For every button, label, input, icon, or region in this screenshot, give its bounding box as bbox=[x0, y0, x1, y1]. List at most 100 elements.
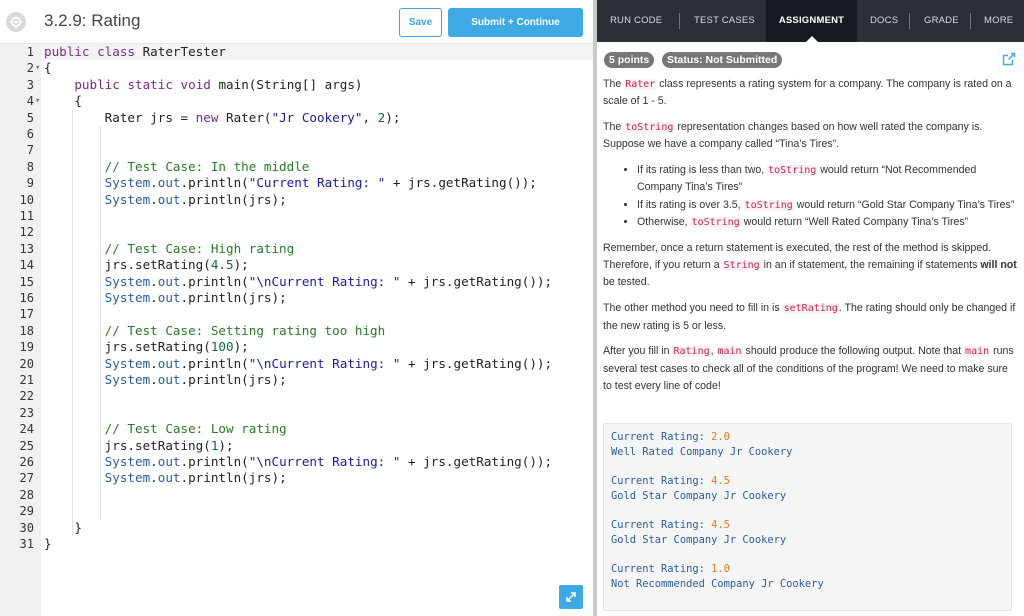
output-value: 2.0 bbox=[711, 431, 730, 443]
editor-toolbar: 3.2.9: Rating Save Submit + Continue bbox=[0, 0, 593, 44]
expand-icon[interactable] bbox=[559, 585, 583, 609]
text: After you fill in bbox=[603, 345, 673, 358]
text: would return “Gold Star Company Tina’s T… bbox=[793, 198, 1015, 211]
line-number: 2 bbox=[26, 61, 34, 76]
line-number: 22 bbox=[19, 389, 34, 404]
inline-code: Rating bbox=[672, 346, 711, 358]
fold-toggle-icon[interactable]: ▾ bbox=[35, 60, 40, 76]
output-value: 4.5 bbox=[711, 519, 730, 531]
output-value: 1.0 bbox=[711, 563, 730, 575]
tab-test-cases[interactable]: TEST CASES bbox=[694, 0, 755, 42]
line-number: 31 bbox=[19, 537, 34, 551]
line-number: 14 bbox=[19, 258, 34, 273]
line-number: 1 bbox=[26, 45, 34, 59]
output-label: Current Rating: bbox=[611, 475, 712, 487]
tab-bar: RUN CODE TEST CASES ASSIGNMENT DOCS GRAD… bbox=[597, 0, 1024, 42]
text: Otherwise, bbox=[637, 216, 691, 229]
line-number: 13 bbox=[19, 241, 34, 256]
code-line[interactable]: public class RaterTester bbox=[44, 44, 226, 60]
submit-continue-button[interactable]: Submit + Continue bbox=[448, 8, 583, 37]
external-link-icon[interactable] bbox=[1002, 52, 1016, 66]
code-line[interactable]: System.out.println(jrs); bbox=[44, 470, 287, 486]
code-line[interactable]: System.out.println("\nCurrent Rating: " … bbox=[44, 274, 552, 290]
inline-code: toString bbox=[690, 217, 741, 229]
line-number: 30 bbox=[19, 520, 34, 535]
description-paragraph: After you fill in Rating, main should pr… bbox=[603, 343, 1017, 395]
text: The bbox=[603, 78, 625, 90]
gear-icon[interactable] bbox=[6, 12, 26, 32]
text: in an if statement, the remaining if sta… bbox=[760, 259, 981, 272]
code-line[interactable]: System.out.println("\nCurrent Rating: " … bbox=[44, 356, 552, 372]
code-line[interactable]: Rater jrs = new Rater("Jr Cookery", 2); bbox=[44, 110, 401, 126]
code-line[interactable]: System.out.println(jrs); bbox=[44, 372, 287, 388]
indent-guide bbox=[72, 109, 73, 536]
tab-more[interactable]: MORE bbox=[984, 0, 1013, 42]
line-number: 29 bbox=[19, 504, 34, 519]
line-number: 25 bbox=[19, 438, 34, 453]
inline-code: toString bbox=[624, 122, 675, 134]
text: If its rating is over 3.5, bbox=[637, 198, 744, 211]
code-line[interactable]: { bbox=[44, 60, 52, 76]
output-label: Current Rating: bbox=[611, 431, 712, 443]
output-label: Current Rating: bbox=[611, 519, 712, 531]
inline-code: String bbox=[722, 260, 761, 272]
line-number: 10 bbox=[19, 192, 34, 207]
line-number: 15 bbox=[19, 274, 34, 289]
output-line: Gold Star Company Jr Cookery bbox=[611, 490, 787, 502]
list-item: Otherwise, toString would return “Well R… bbox=[637, 214, 1017, 231]
description-paragraph: Remember, once a return statement is exe… bbox=[603, 240, 1017, 292]
text: class represents a rating system for a c… bbox=[603, 78, 1012, 108]
code-line[interactable]: System.out.println(jrs); bbox=[44, 192, 287, 208]
code-line[interactable]: System.out.println("\nCurrent Rating: " … bbox=[44, 454, 552, 470]
code-line[interactable]: } bbox=[44, 520, 82, 536]
text: should produce the following output. Not… bbox=[742, 345, 965, 358]
code-line[interactable]: jrs.setRating(100); bbox=[44, 339, 249, 355]
output-line: Current Rating: 2.0 bbox=[611, 430, 730, 444]
inline-code: toString bbox=[743, 199, 794, 211]
tab-separator bbox=[679, 13, 680, 29]
line-number: 23 bbox=[19, 405, 34, 420]
line-number: 9 bbox=[26, 176, 34, 191]
text: would return “Well Rated Company Tina’s … bbox=[740, 216, 969, 229]
tab-separator bbox=[970, 13, 971, 29]
text: The other method you need to fill in is bbox=[603, 302, 783, 315]
output-value: 4.5 bbox=[711, 475, 730, 487]
line-number: 3 bbox=[26, 77, 34, 92]
description-paragraph: The toString representation changes base… bbox=[603, 119, 1017, 154]
line-number: 24 bbox=[19, 422, 34, 437]
expected-output-block: Current Rating: 2.0 Well Rated Company J… bbox=[603, 423, 1012, 611]
text: The bbox=[603, 121, 625, 134]
fold-toggle-icon[interactable]: ▾ bbox=[35, 93, 40, 109]
output-line: Current Rating: 4.5 bbox=[611, 474, 730, 488]
code-line[interactable]: // Test Case: Setting rating too high bbox=[44, 323, 386, 339]
tab-docs[interactable]: DOCS bbox=[870, 0, 898, 42]
indent-guide bbox=[100, 126, 101, 520]
tab-separator bbox=[909, 13, 910, 29]
bold-text: will not bbox=[980, 259, 1017, 272]
save-button[interactable]: Save bbox=[399, 8, 442, 37]
status-badge: Status: Not Submitted bbox=[662, 52, 783, 68]
code-line[interactable]: // Test Case: In the middle bbox=[44, 159, 310, 175]
description-paragraph: The other method you need to fill in is … bbox=[603, 300, 1017, 335]
code-line[interactable]: } bbox=[44, 536, 52, 552]
assignment-description: The Rater class represents a rating syst… bbox=[603, 76, 1017, 404]
tab-run-code[interactable]: RUN CODE bbox=[610, 0, 662, 42]
line-number: 17 bbox=[19, 307, 34, 322]
code-line[interactable]: jrs.setRating(4.5); bbox=[44, 257, 249, 273]
code-line[interactable]: { bbox=[44, 93, 82, 109]
line-number: 26 bbox=[19, 455, 34, 469]
code-line[interactable]: System.out.println("Current Rating: " + … bbox=[44, 175, 537, 191]
code-line[interactable]: System.out.println(jrs); bbox=[44, 290, 287, 306]
line-number: 18 bbox=[19, 323, 34, 338]
line-number: 19 bbox=[19, 340, 34, 355]
tab-grade[interactable]: GRADE bbox=[924, 0, 959, 42]
description-paragraph: The Rater class represents a rating syst… bbox=[603, 76, 1017, 111]
inline-code: main bbox=[964, 346, 991, 358]
code-line[interactable]: // Test Case: Low rating bbox=[44, 421, 287, 437]
code-line[interactable]: // Test Case: High rating bbox=[44, 241, 295, 257]
output-line: Well Rated Company Jr Cookery bbox=[611, 446, 793, 458]
line-number: 28 bbox=[19, 487, 34, 502]
text: , bbox=[710, 345, 717, 358]
line-number: 5 bbox=[26, 110, 34, 125]
code-line[interactable]: public static void main(String[] args) bbox=[44, 77, 362, 93]
